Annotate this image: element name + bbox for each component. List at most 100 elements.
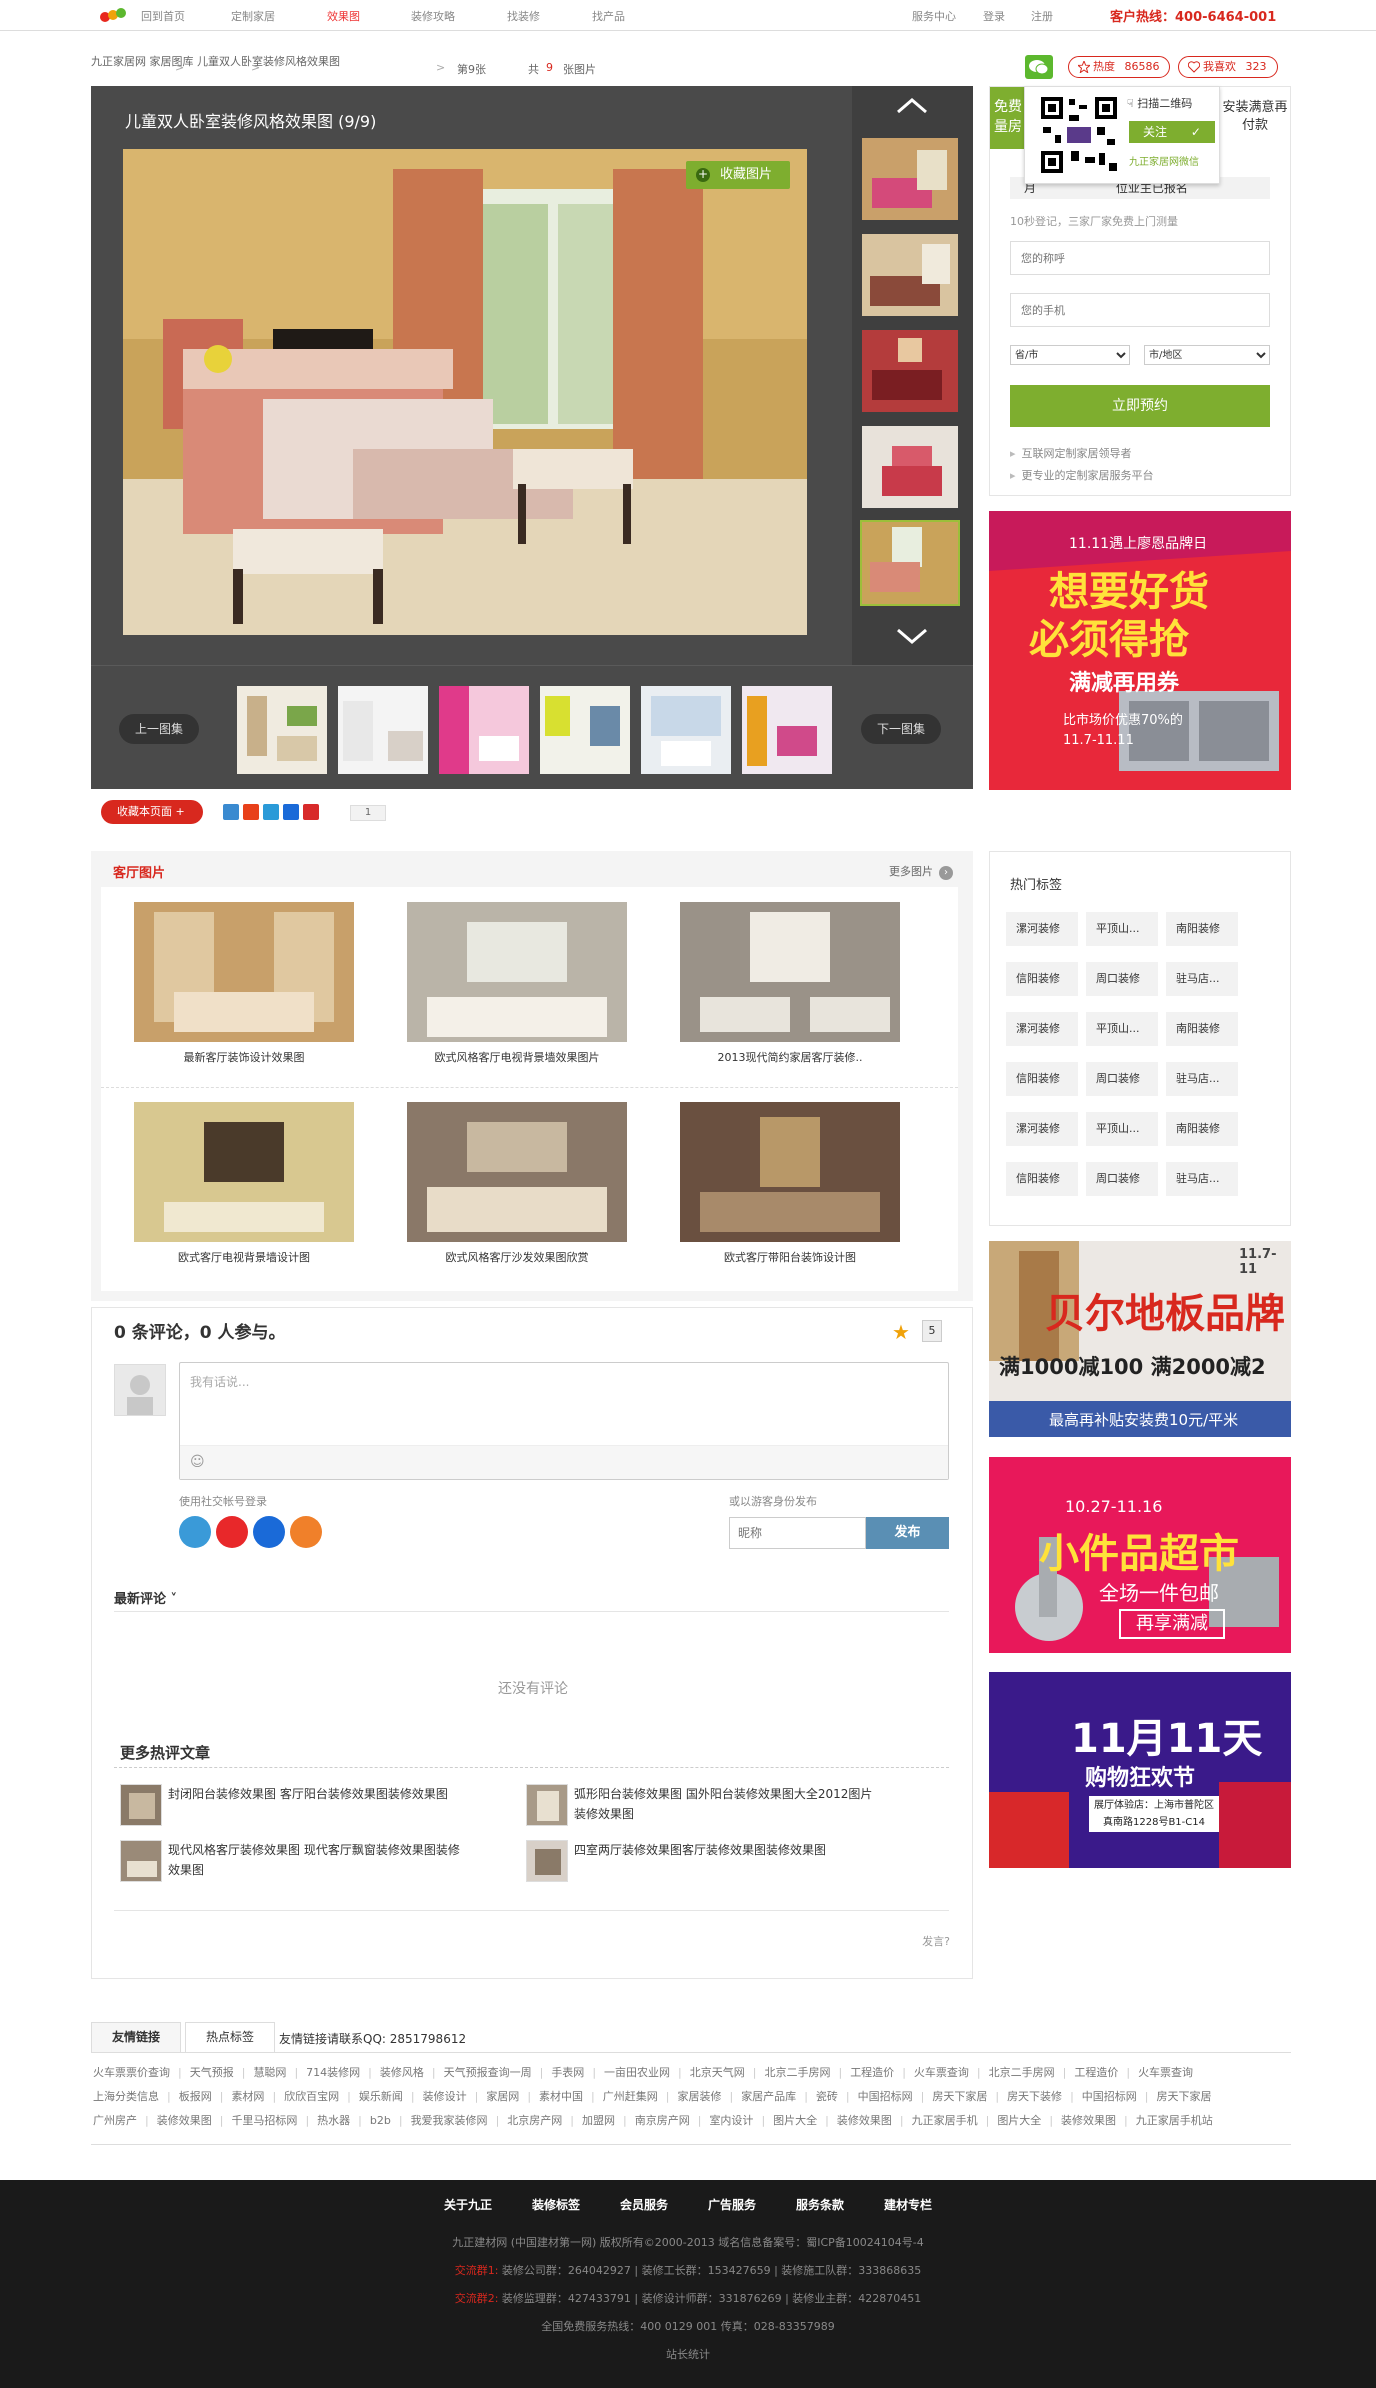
friend-link[interactable]: 家居装修 [677,2090,721,2103]
tag-item[interactable]: 平顶山... [1086,1112,1158,1146]
tag-item[interactable]: 信阳装修 [1006,1062,1078,1096]
renren-share-icon[interactable] [283,804,299,820]
comment-footer[interactable]: 发言? [922,1933,950,1949]
gallery-item[interactable]: 欧式风格客厅电视背景墙效果图片 [374,887,627,1067]
friend-link[interactable]: 714装修网 [306,2066,360,2079]
site-logo[interactable] [100,7,126,23]
tab-pay-after[interactable]: 安装满意再付款 [1220,87,1290,149]
friend-link[interactable]: 装修效果图 [837,2114,892,2127]
friend-link[interactable]: 慧聪网 [253,2066,286,2079]
gallery-caption[interactable]: 欧式风格客厅电视背景墙效果图片 [374,1049,660,1065]
bookmark-page-button[interactable]: 收藏本页面 + [101,800,203,824]
gallery-caption[interactable]: 最新客厅装饰设计效果图 [101,1049,387,1065]
friend-link[interactable]: 家居网 [486,2090,519,2103]
thumbnail[interactable] [860,136,960,222]
friend-link[interactable]: 一亩田农业网 [604,2066,670,2079]
friend-link[interactable]: 装修效果图 [157,2114,212,2127]
gallery-image[interactable] [407,1102,627,1242]
collect-image-button[interactable]: + 收藏图片 [686,161,790,189]
gallery-item[interactable]: 欧式风格客厅沙发效果图欣赏 [374,1087,627,1267]
breadcrumb-album[interactable]: 儿童双人卧室装修风格效果图 [197,55,340,68]
friend-link[interactable]: 广州房产 [93,2114,137,2127]
friend-link[interactable]: 房天下家居 [932,2090,987,2103]
friend-link[interactable]: 北京二手房网 [989,2066,1055,2079]
tag-item[interactable]: 驻马店... [1166,962,1238,996]
article-title[interactable]: 弧形阳台装修效果图 国外阳台装修效果图大全2012图片装修效果图 [574,1784,874,1824]
ad-banner-hardware[interactable]: 10.27-11.16 小件品超市 全场一件包邮 再享满减 [989,1457,1291,1653]
scroll-up-button[interactable] [894,94,930,118]
friend-link[interactable]: 装修风格 [380,2066,424,2079]
thumbnail[interactable] [860,232,960,318]
friend-link[interactable]: 图片大全 [997,2114,1041,2127]
footer-link[interactable]: 装修标签 [532,2196,580,2213]
article-thumbnail[interactable] [120,1784,162,1826]
friend-link[interactable]: 千里马招标网 [231,2114,297,2127]
friend-link[interactable]: 装修效果图 [1061,2114,1116,2127]
friend-link[interactable]: 手表网 [551,2066,584,2079]
friend-link[interactable]: 北京天气网 [690,2066,745,2079]
tag-item[interactable]: 驻马店... [1166,1062,1238,1096]
publish-button[interactable]: 发布 [866,1517,949,1549]
tag-item[interactable]: 南阳装修 [1166,1012,1238,1046]
city-select[interactable]: 市/地区 [1144,345,1270,365]
next-album-button[interactable]: 下一图集 [861,714,941,744]
album-thumbnail[interactable] [540,686,630,774]
tag-item[interactable]: 平顶山... [1086,912,1158,946]
article-title[interactable]: 封闭阳台装修效果图 客厅阳台装修效果图装修效果图 [168,1784,468,1804]
friend-link[interactable]: 火车票查询 [1138,2066,1193,2079]
friend-link[interactable]: 素材中国 [539,2090,583,2103]
footer-link[interactable]: 关于九正 [444,2196,492,2213]
album-thumbnail[interactable] [338,686,428,774]
friend-link[interactable]: 家居产品库 [741,2090,796,2103]
friend-link[interactable]: 图片大全 [773,2114,817,2127]
latest-comments-sort[interactable]: 最新评论 ˅ [114,1588,177,1607]
nav-find-decoration[interactable]: 找装修 [507,8,540,24]
friend-link[interactable]: 上海分类信息 [93,2090,159,2103]
hot-article[interactable]: 四室两厅装修效果图客厅装修效果图装修效果图 [526,1840,866,1890]
tag-item[interactable]: 周口装修 [1086,1062,1158,1096]
login-link[interactable]: 登录 [983,8,1005,24]
gallery-caption[interactable]: 欧式客厅带阳台装饰设计图 [647,1249,933,1265]
friend-link[interactable]: 瓷砖 [816,2090,838,2103]
prev-album-button[interactable]: 上一图集 [119,714,199,744]
hot-article[interactable]: 弧形阳台装修效果图 国外阳台装修效果图大全2012图片装修效果图 [526,1784,872,1834]
friend-link[interactable]: 天气预报 [190,2066,234,2079]
weibo-login-icon[interactable] [216,1516,248,1548]
breadcrumb-home[interactable]: 九正家居网 [91,55,146,68]
friend-link[interactable]: 天气预报查询一周 [444,2066,532,2079]
thumbnail[interactable] [860,424,960,510]
nav-custom-furniture[interactable]: 定制家居 [231,8,275,24]
friend-link[interactable]: 中国招标网 [858,2090,913,2103]
article-thumbnail[interactable] [526,1840,568,1882]
more-images-link[interactable]: 更多图片 › [889,863,953,880]
service-center-link[interactable]: 服务中心 [912,8,956,24]
renren-login-icon[interactable] [253,1516,285,1548]
gallery-image[interactable] [680,902,900,1042]
nav-find-products[interactable]: 找产品 [592,8,625,24]
star-icon[interactable]: ★ [892,1320,910,1344]
friend-link[interactable]: 房天下家居 [1157,2090,1212,2103]
friend-link[interactable]: 我爱我家装修网 [411,2114,488,2127]
album-thumbnail[interactable] [237,686,327,774]
ad-banner-floor[interactable]: 11.7-11 贝尔地板品牌 满1000减100 满2000减2 最高再补贴安装… [989,1241,1291,1437]
tab-hot-tags[interactable]: 热点标签 [185,2022,275,2052]
tag-item[interactable]: 漯河装修 [1006,1012,1078,1046]
tag-item[interactable]: 驻马店... [1166,1162,1238,1196]
friend-link[interactable]: 工程造价 [850,2066,894,2079]
tab-friend-links[interactable]: 友情链接 [91,2022,181,2052]
album-thumbnail[interactable] [641,686,731,774]
main-image[interactable] [123,149,807,635]
tencent-share-icon[interactable] [263,804,279,820]
nav-decoration-guide[interactable]: 装修攻略 [411,8,455,24]
gallery-image[interactable] [134,902,354,1042]
footer-link[interactable]: 服务条款 [796,2196,844,2213]
friend-link[interactable]: 中国招标网 [1082,2090,1137,2103]
ad-banner-shopping[interactable]: 11月11天 购物狂欢节 展厅体验店：上海市普陀区 真南路1228号B1-C14 [989,1672,1291,1868]
follow-button[interactable]: 关注 ✓ [1129,121,1215,143]
friend-link[interactable]: 广州赶集网 [603,2090,658,2103]
footer-link[interactable]: 建材专栏 [884,2196,932,2213]
friend-link[interactable]: 房天下装修 [1007,2090,1062,2103]
name-input[interactable] [1010,241,1270,275]
friend-link[interactable]: 工程造价 [1074,2066,1118,2079]
friend-link[interactable]: 加盟网 [582,2114,615,2127]
